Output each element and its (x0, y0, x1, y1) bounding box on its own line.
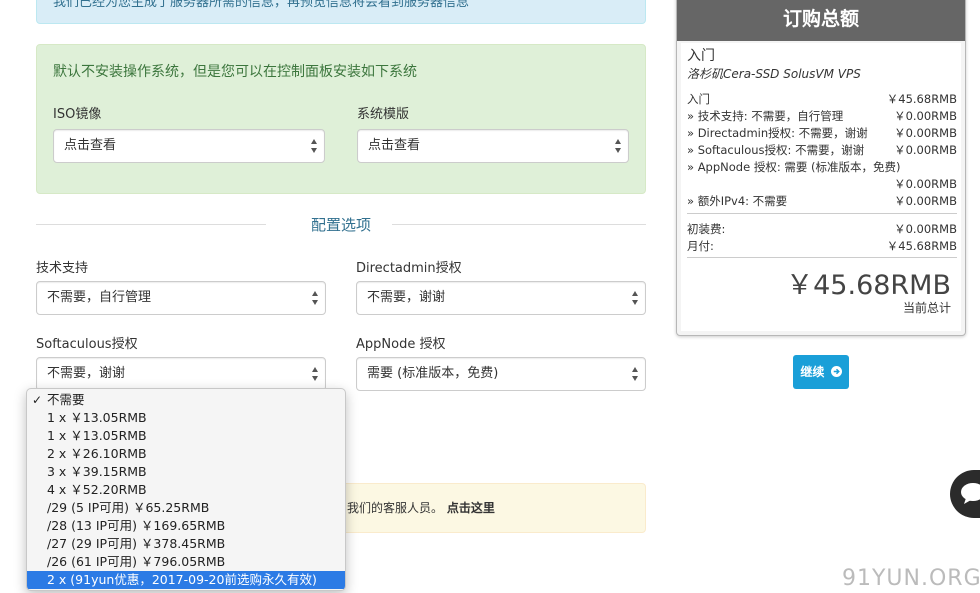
iso-label: ISO镜像 (53, 107, 102, 122)
support-label: 技术支持 (36, 261, 89, 276)
dropdown-option[interactable]: 2 x ￥26.10RMB (27, 445, 345, 463)
template-select[interactable]: 点击查看 (357, 129, 629, 163)
line-label: » AppNode 授权: 需要 (标准版本，免费) (687, 160, 901, 174)
setup-fee-label: 初装费: (687, 222, 726, 236)
chat-icon (960, 482, 980, 508)
help-alert: 我们的客服人员。 点击这里 (340, 483, 646, 533)
dropdown-option[interactable]: 1 x ￥13.05RMB (27, 427, 345, 445)
template-label: 系统模版 (357, 107, 410, 122)
monthly-label: 月付: (687, 239, 714, 253)
support-select-value: 不需要，自行管理 (47, 290, 152, 305)
line-label: 入门 (687, 92, 710, 106)
line-price: ￥0.00RMB (894, 143, 957, 157)
dropdown-option[interactable]: /27 (29 IP可用) ￥378.45RMB (27, 535, 345, 553)
iso-select-value: 点击查看 (64, 138, 117, 153)
dropdown-option-selected[interactable]: 2 x (91yun优惠，2017-09-20前选购永久有效) (27, 571, 345, 589)
summary-line: » Directadmin授权: 不需要，谢谢 ￥0.00RMB (687, 125, 957, 141)
dropdown-option[interactable]: /28 (13 IP可用) ￥169.65RMB (27, 517, 345, 535)
os-panel: 默认不安装操作系统，但是您可以在控制面板安装如下系统 ISO镜像 系统模版 点击… (36, 44, 646, 194)
line-price: ￥45.68RMB (886, 92, 957, 106)
dropdown-option[interactable]: /29 (5 IP可用) ￥65.25RMB (27, 499, 345, 517)
info-alert-text: 我们已经为您生成了服务器所需的信息，再预览信息将会看到服务器信息 (53, 0, 470, 10)
setup-fee-price: ￥0.00RMB (894, 222, 957, 236)
appnode-select-value: 需要 (标准版本，免费) (367, 366, 499, 381)
arrow-circle-right-icon (830, 356, 842, 390)
line-label: » 额外IPv4: 不需要 (687, 194, 788, 208)
product-name: 入门 (687, 48, 715, 64)
watermark: 91YUN.ORG (842, 566, 980, 591)
summary-body: 入门 洛杉矶Cera-SSD SolusVM VPS 入门 ￥45.68RMB … (681, 43, 961, 331)
line-label: » Softaculous授权: 不需要，谢谢 (687, 143, 865, 157)
config-title: 配置选项 (310, 216, 371, 234)
order-summary: 订购总额 入门 洛杉矶Cera-SSD SolusVM VPS 入门 ￥45.6… (676, 0, 966, 336)
monthly-price: ￥45.68RMB (886, 239, 957, 253)
select-arrows-icon (631, 366, 639, 382)
line-price: ￥0.00RMB (894, 177, 957, 191)
line-label: » 技术支持: 不需要，自行管理 (687, 109, 844, 123)
summary-line: » AppNode 授权: 需要 (标准版本，免费) (687, 159, 957, 175)
summary-line: » Softaculous授权: 不需要，谢谢 ￥0.00RMB (687, 142, 957, 158)
dropdown-option[interactable]: 1 x ￥13.05RMB (27, 409, 345, 427)
template-select-value: 点击查看 (368, 138, 421, 153)
line-price: ￥0.00RMB (894, 126, 957, 140)
select-arrows-icon (310, 138, 318, 154)
select-arrows-icon (311, 290, 319, 306)
softaculous-select[interactable]: 不需要，谢谢 (36, 357, 326, 391)
summary-line: » 技术支持: 不需要，自行管理 ￥0.00RMB (687, 108, 957, 124)
help-text: 我们的客服人员。 (347, 501, 444, 515)
appnode-label: AppNode 授权 (356, 337, 446, 352)
softaculous-label: Softaculous授权 (36, 337, 138, 352)
select-arrows-icon (631, 290, 639, 306)
dropdown-option[interactable]: 4 x ￥52.20RMB (27, 481, 345, 499)
os-message: 默认不安装操作系统，但是您可以在控制面板安装如下系统 (53, 64, 417, 80)
directadmin-label: Directadmin授权 (356, 261, 462, 276)
chat-widget-button[interactable] (950, 470, 980, 518)
product-desc: 洛杉矶Cera-SSD SolusVM VPS (687, 67, 861, 81)
total-price: ￥45.68RMB (786, 270, 951, 301)
directadmin-select[interactable]: 不需要，谢谢 (356, 281, 646, 315)
appnode-select[interactable]: 需要 (标准版本，免费) (356, 357, 646, 391)
continue-label: 继续 (800, 365, 825, 379)
dropdown-option[interactable]: 不需要 (27, 391, 345, 409)
monthly-row: 月付: ￥45.68RMB (687, 238, 957, 254)
summary-title: 订购总额 (677, 0, 965, 41)
select-arrows-icon (614, 138, 622, 154)
line-price: ￥0.00RMB (894, 109, 957, 123)
dropdown-option[interactable]: 3 x ￥39.15RMB (27, 463, 345, 481)
summary-line: » 额外IPv4: 不需要 ￥0.00RMB (687, 193, 957, 209)
info-alert: 我们已经为您生成了服务器所需的信息，再预览信息将会看到服务器信息 (36, 0, 646, 24)
ipv4-dropdown-menu[interactable]: 不需要 1 x ￥13.05RMB 1 x ￥13.05RMB 2 x ￥26.… (26, 388, 346, 591)
summary-divider (687, 257, 957, 258)
dropdown-option[interactable]: /26 (61 IP可用) ￥796.05RMB (27, 553, 345, 571)
line-label: » Directadmin授权: 不需要，谢谢 (687, 126, 868, 140)
summary-line: 入门 ￥45.68RMB (687, 91, 957, 107)
config-section-heading: 配置选项 (36, 212, 646, 236)
summary-divider (687, 213, 957, 214)
directadmin-select-value: 不需要，谢谢 (367, 290, 446, 305)
select-arrows-icon (311, 366, 319, 382)
setup-fee-row: 初装费: ￥0.00RMB (687, 221, 957, 237)
help-link[interactable]: 点击这里 (447, 501, 495, 515)
softaculous-select-value: 不需要，谢谢 (47, 366, 126, 381)
line-price: ￥0.00RMB (894, 194, 957, 208)
continue-button[interactable]: 继续 (793, 355, 849, 389)
total-label: 当前总计 (902, 301, 951, 315)
iso-select[interactable]: 点击查看 (53, 129, 325, 163)
support-select[interactable]: 不需要，自行管理 (36, 281, 326, 315)
